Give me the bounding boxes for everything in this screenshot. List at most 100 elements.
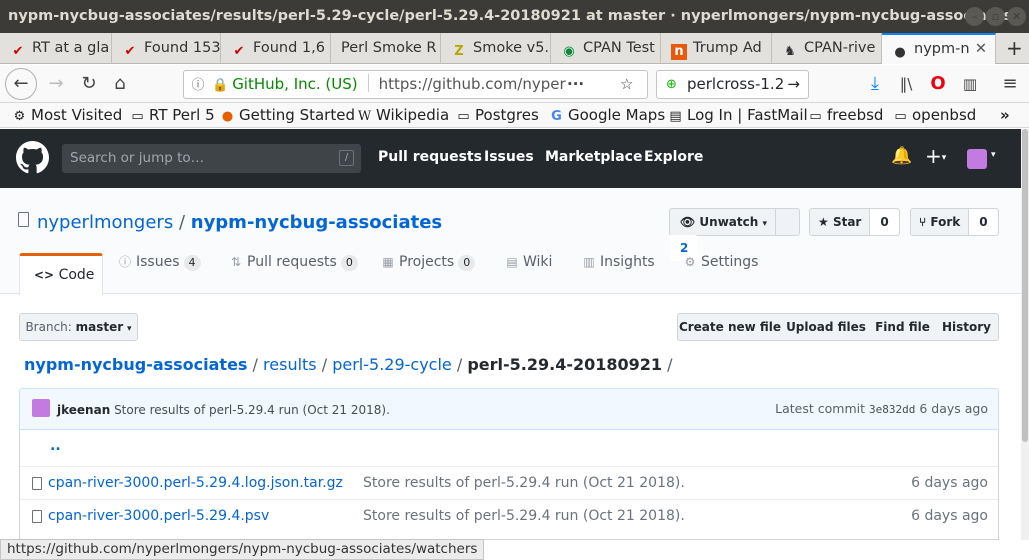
history-button[interactable]: History [935,313,999,341]
tab-wiki[interactable]: ▤ Wiki [505,252,552,272]
maximize-window-button[interactable]: ▫ [986,7,1005,26]
github-logo-icon[interactable] [16,141,49,174]
repo-owner-link[interactable]: nyperlmongers [37,212,173,233]
file-name-link[interactable]: cpan-river-3000.perl-5.29.4.log.json.tar… [48,467,343,500]
tab-projects[interactable]: ▦ Projects 0 [381,252,476,272]
watch-label: Unwatch [699,215,759,229]
bookmarks-overflow-icon[interactable]: » [1000,103,1010,127]
forward-arrow-icon[interactable]: → [42,70,70,98]
commit-sha[interactable]: 3e832dd [869,403,915,416]
tab-settings[interactable]: ⚙ Settings [683,252,759,272]
browser-tab[interactable]: ♞ CPAN-rive [772,33,882,64]
gear-icon: ⚙ [684,255,696,269]
bookmark-label: Log In | FastMail [687,106,808,124]
branch-select-button[interactable]: Branch: master ▾ [19,313,138,341]
tab-insights[interactable]: ▥ Insights [582,252,654,272]
avatar-dropdown-chevron-icon[interactable]: ▾ [991,150,996,160]
info-icon[interactable]: ⓘ [184,72,212,98]
star-button[interactable]: ★ Star 0 [809,208,900,236]
browser-tab[interactable]: ✔ Found 1,6 [221,33,331,64]
github-search-input[interactable]: Search or jump to… / [62,144,361,173]
breadcrumb-link[interactable]: perl-5.29-cycle [332,355,452,374]
bookmark-folder[interactable]: ▭ RT Perl 5 [130,103,215,129]
bookmark-star-icon[interactable]: ☆ [620,71,633,98]
close-window-button[interactable]: ✕ [1007,7,1026,26]
find-file-button[interactable]: Find file [870,313,936,341]
fork-button[interactable]: ⑂ Fork 0 [910,208,999,236]
nav-marketplace[interactable]: Marketplace [545,149,642,165]
page-actions-icon[interactable]: ··· [567,71,584,98]
download-icon[interactable]: ⤓ [861,70,889,98]
browser-tab-active[interactable]: ● nypm-n ✕ [882,33,996,64]
notifications-bell-icon[interactable]: 🔔 [891,146,912,166]
gear-icon: ⚙ [13,109,26,124]
close-tab-icon[interactable]: ✕ [975,35,987,63]
upload-files-button[interactable]: Upload files [782,313,871,341]
browser-tab-label: Perl Smoke R [341,40,437,56]
browser-tab-label: RT at a gla [32,40,110,56]
bookmark-wikipedia[interactable]: W Wikipedia [357,103,449,129]
opera-icon[interactable]: O [924,70,952,98]
file-name-link[interactable]: cpan-river-3000.perl-5.29.4.psv [48,500,269,533]
github-icon: ● [894,45,906,60]
bookmark-folder[interactable]: ▭ openbsd [893,103,976,129]
commit-author[interactable]: jkeenan [57,403,110,417]
file-commit-message[interactable]: Store results of perl-5.29.4 run (Oct 21… [363,467,685,500]
commit-message[interactable]: Store results of perl-5.29.4 run (Oct 21… [114,403,390,417]
browser-tab[interactable]: ✔ Found 153 [112,33,221,64]
scrollbar-thumb[interactable] [1022,129,1028,442]
new-tab-button[interactable]: + [998,33,1029,64]
pull-request-icon: ⇅ [230,255,242,269]
breadcrumb-separator: / [456,355,463,374]
tab-pull-requests[interactable]: ⇅ Pull requests 0 [229,252,358,272]
bookmark-folder[interactable]: ▭ freebsd [808,103,883,129]
fork-label: Fork [930,215,961,229]
bookmark-folder[interactable]: ▭ Postgres [456,103,538,129]
search-bar[interactable]: ⊕ perlcross-1.2 → [656,70,809,99]
breadcrumb-root-link[interactable]: nypm-nycbug-associates [24,355,247,374]
bookmark-getting-started[interactable]: ● Getting Started [220,103,355,129]
browser-tab[interactable]: ✔ RT at a gla [0,33,112,64]
site-identity: GitHub, Inc. (US) [232,75,358,93]
browser-tab[interactable]: Z Smoke v5. [441,33,551,64]
bookmark-most-visited[interactable]: ⚙ Most Visited [12,103,123,129]
nav-explore[interactable]: Explore [644,149,703,165]
parent-directory-link[interactable]: .. [50,430,61,463]
bookmark-label: RT Perl 5 [149,106,215,124]
nav-pull-requests[interactable]: Pull requests [378,149,482,165]
folder-icon: ▭ [809,109,822,124]
file-commit-message[interactable]: Store results of perl-5.29.4 run (Oct 21… [363,500,685,533]
back-arrow-icon[interactable]: ← [5,68,37,100]
avatar[interactable] [967,149,987,169]
minimize-window-button[interactable]: – [965,7,984,26]
repo-title-separator: / [178,212,186,233]
projects-counter: 0 [458,255,476,271]
author-avatar[interactable] [32,399,50,417]
browser-tab[interactable]: Perl Smoke R [331,33,441,64]
bookmark-fastmail[interactable]: ▤ Log In | FastMail [668,103,808,129]
library-icon[interactable]: ‖\ [892,70,920,98]
tab-issues[interactable]: ⓘ Issues 4 [118,252,201,272]
tab-code[interactable]: <> Code [19,253,103,295]
create-new-file-button[interactable]: Create new file [677,313,783,341]
create-new-plus-icon[interactable]: +▾ [925,144,946,168]
url-bar[interactable]: ⓘ 🔒 GitHub, Inc. (US) https://github.com/ny… [183,70,648,99]
fork-count[interactable]: 0 [969,209,998,235]
file-row-parent[interactable]: .. [20,430,998,463]
home-icon[interactable]: ⌂ [106,70,134,98]
repo-name-link[interactable]: nypm-nycbug-associates [191,212,442,233]
menu-icon[interactable]: ≡ [996,70,1024,98]
browser-tab[interactable]: n Trump Ad [661,33,772,64]
sidebar-icon[interactable]: ▥ [956,70,984,98]
watch-button[interactable]: 👁 Unwatch ▾2 [669,208,800,261]
breadcrumb-link[interactable]: results [263,355,317,374]
reload-icon[interactable]: ↻ [75,70,103,98]
nav-issues[interactable]: Issues [484,149,534,165]
wikipedia-icon: W [357,109,372,124]
search-go-icon[interactable]: → [787,71,800,98]
browser-tab[interactable]: ◉ CPAN Test [551,33,661,64]
latest-commit-bar: jkeenan Store results of perl-5.29.4 run… [19,388,999,430]
url-text: https://github.com/nyper [378,75,566,93]
bookmark-google-maps[interactable]: G Google Maps [549,103,665,129]
star-count[interactable]: 0 [870,209,899,235]
